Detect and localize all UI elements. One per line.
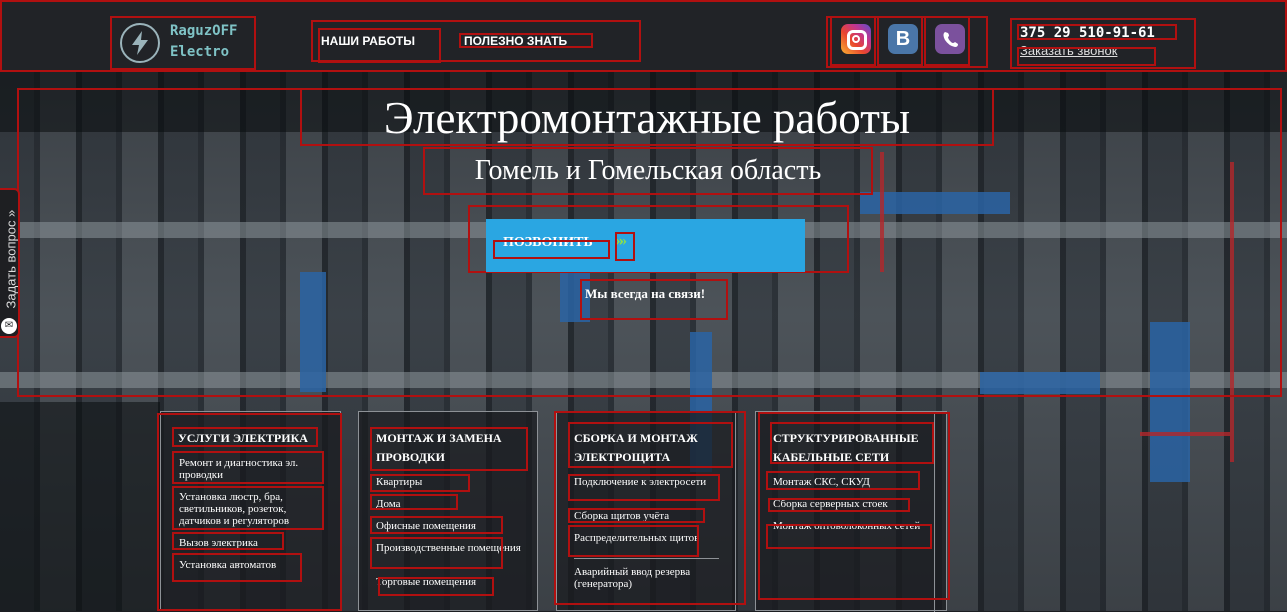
- item-frame: [768, 498, 910, 512]
- hero-title: Электромонтажные работы: [300, 88, 994, 146]
- lightning-icon: [120, 23, 160, 63]
- item-frame: [370, 474, 470, 492]
- column-title-frame: [370, 427, 528, 471]
- item-frame: [766, 524, 932, 549]
- callback-link-frame: [1017, 47, 1156, 66]
- item-frame: [172, 486, 324, 530]
- logo[interactable]: RaguzOFF Electro: [110, 16, 256, 70]
- call-arrow-frame: [615, 232, 635, 261]
- nav-our-works-frame: [318, 28, 441, 63]
- item-frame: [172, 532, 284, 550]
- logo-line-1: RaguzOFF: [170, 23, 238, 39]
- column-title-frame: [568, 422, 733, 468]
- item-frame: [172, 553, 302, 582]
- nav-useful-info-frame: [459, 33, 593, 48]
- viber-link[interactable]: [924, 16, 970, 66]
- site-header: RaguzOFF Electro НАШИ РАБОТЫ ПОЛЕЗНО ЗНА…: [0, 0, 1287, 72]
- ask-question-label: Задать вопрос »: [3, 209, 19, 309]
- vk-icon: В: [888, 24, 918, 54]
- column-title-frame: [172, 427, 318, 447]
- logo-text: RaguzOFF Electro: [170, 21, 237, 63]
- item-frame: [370, 537, 503, 569]
- logo-line-2: Electro: [170, 44, 230, 60]
- column-title-frame: [770, 422, 934, 464]
- instagram-icon: [841, 24, 871, 54]
- envelope-icon: ✉: [1, 318, 17, 334]
- item-frame: [378, 577, 494, 596]
- viber-icon: [935, 24, 965, 54]
- item-frame: [370, 516, 503, 534]
- call-label-frame: [493, 240, 610, 259]
- item-frame: [568, 525, 699, 557]
- vk-link[interactable]: В: [877, 16, 923, 66]
- item-frame: [766, 471, 920, 490]
- instagram-link[interactable]: [830, 16, 876, 66]
- always-available-text: Мы всегда на связи!: [580, 279, 728, 320]
- hero-subtitle: Гомель и Гомельская область: [423, 147, 873, 195]
- ask-question-tab[interactable]: Задать вопрос » ✉: [0, 188, 20, 338]
- item-frame: [370, 494, 458, 510]
- item-frame: [172, 451, 324, 484]
- phone-number-frame: [1017, 24, 1177, 40]
- item-frame: [568, 474, 720, 501]
- item-frame: [568, 508, 705, 523]
